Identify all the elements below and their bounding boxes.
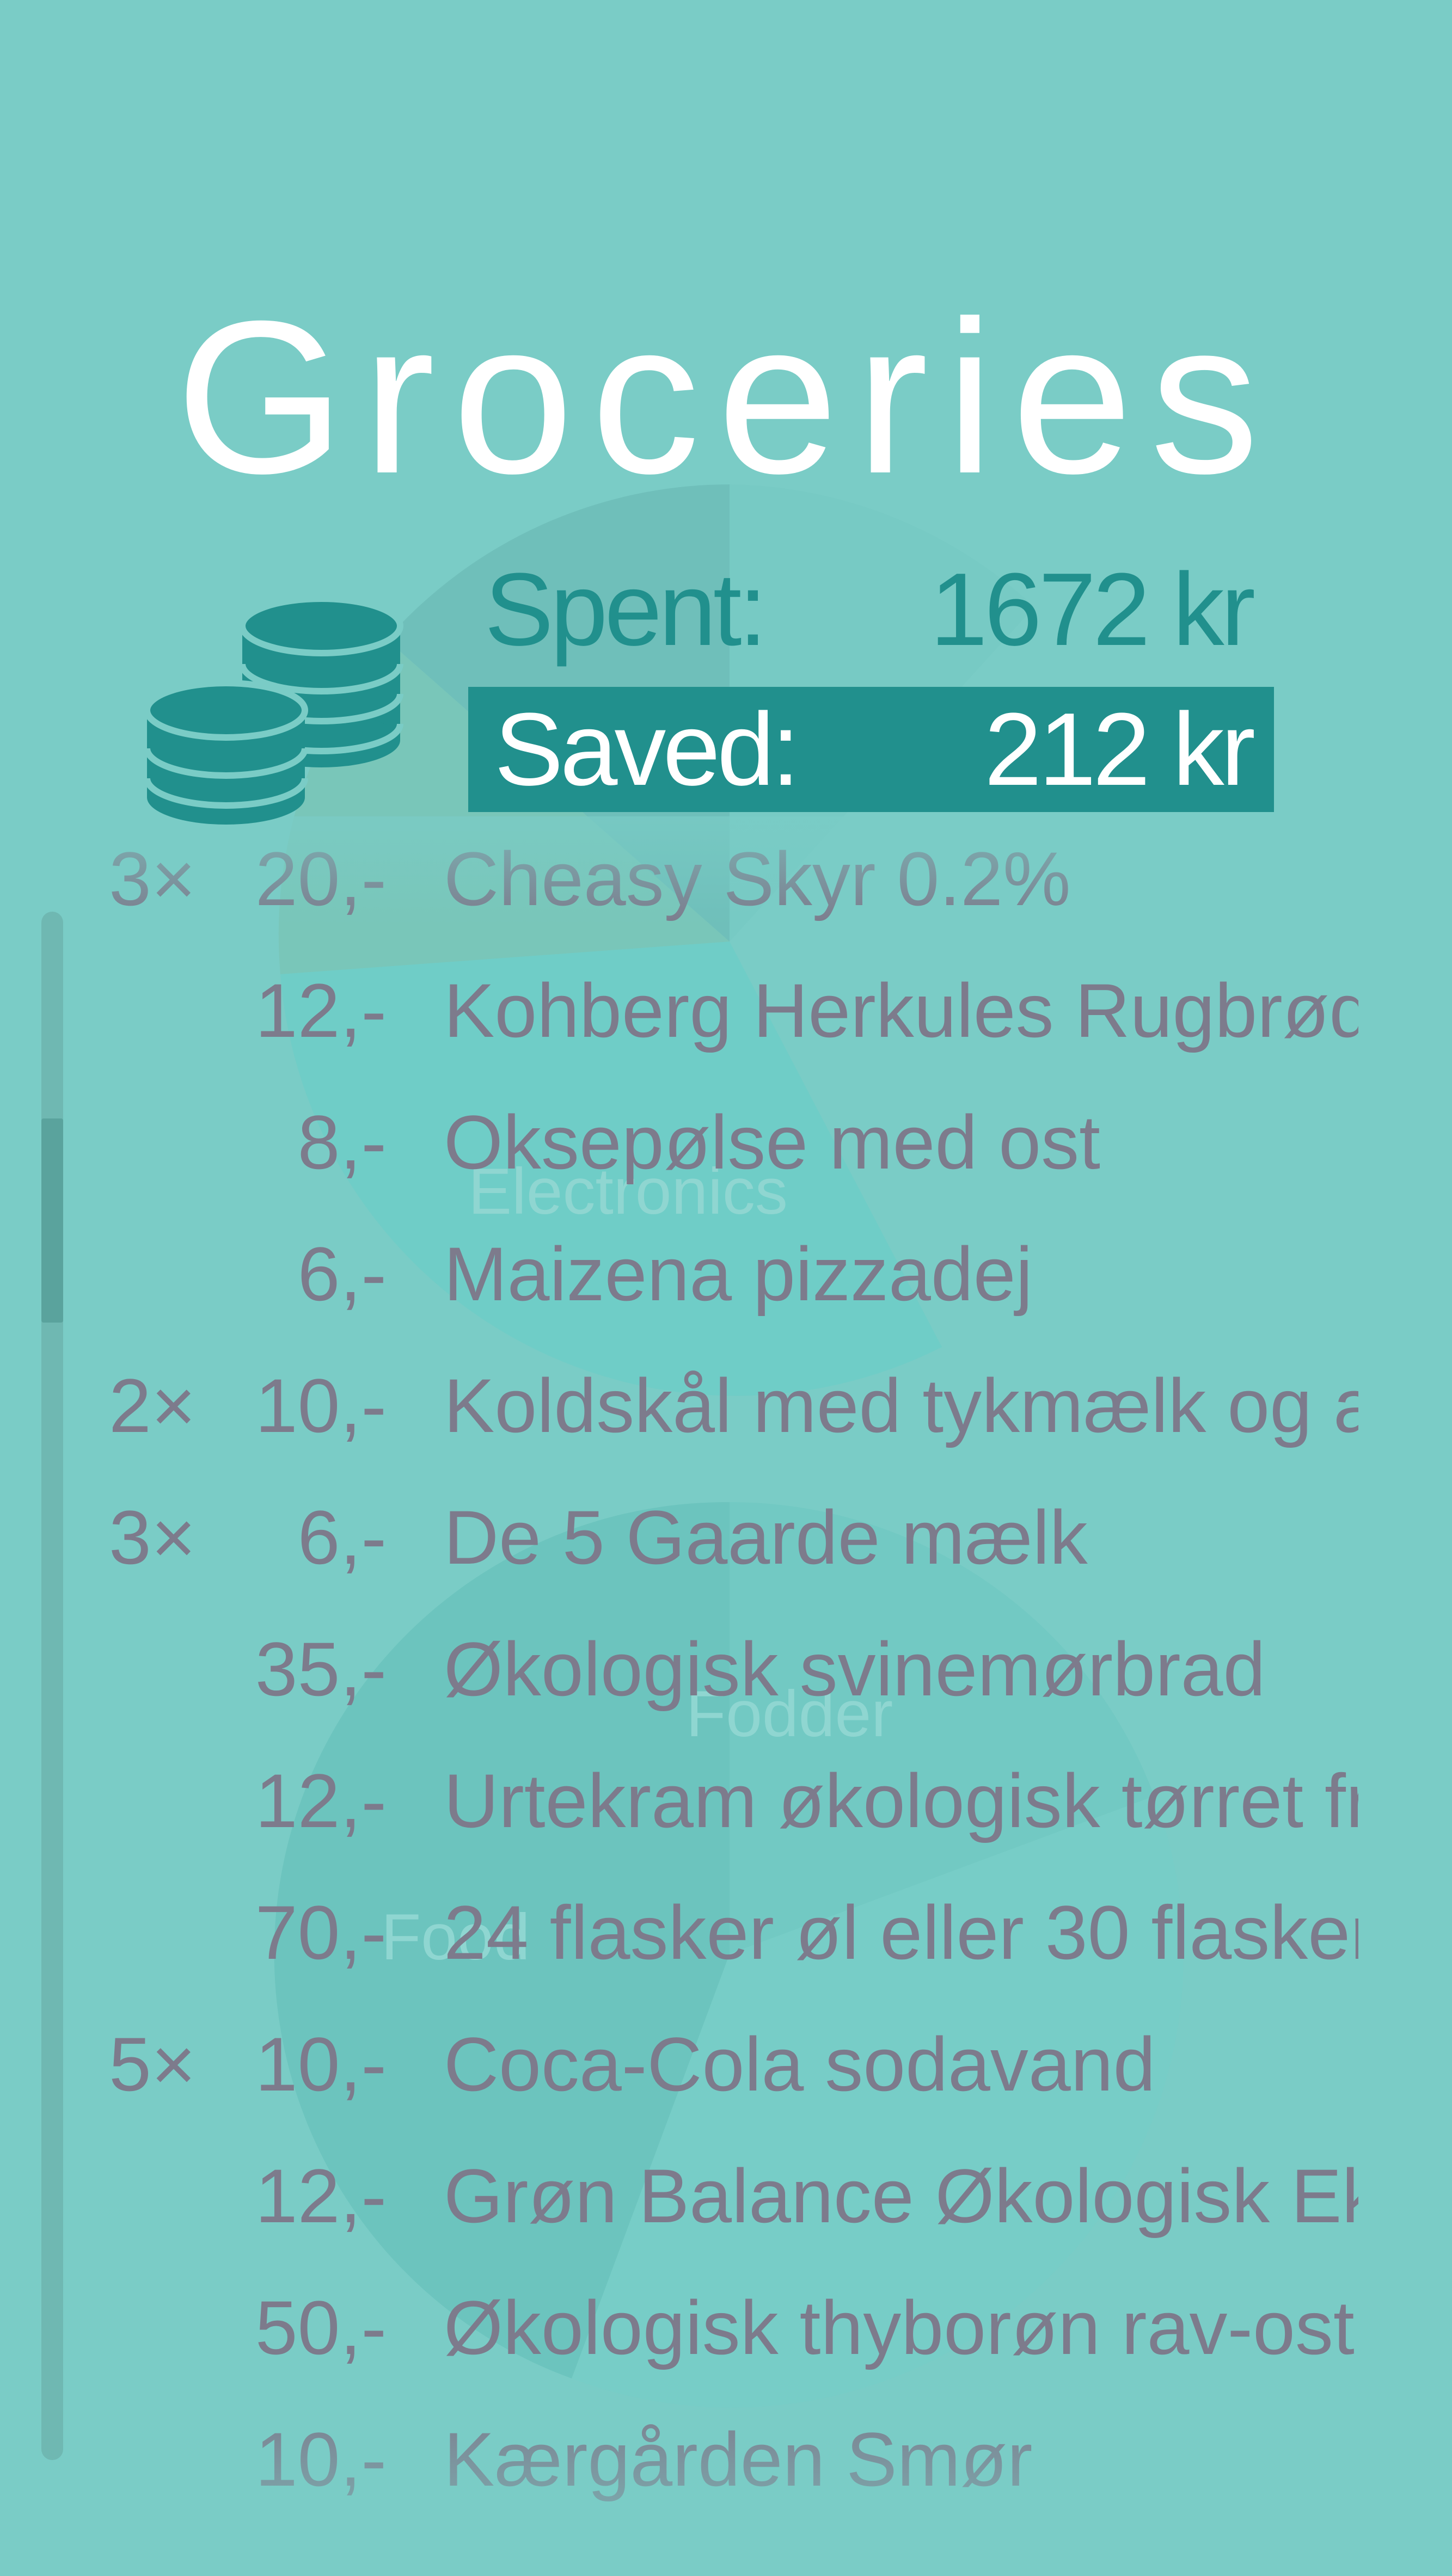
- list-item[interactable]: 5× 10,- Coca-Cola sodavand: [0, 2010, 1452, 2119]
- item-name: Oksepølse med ost: [444, 1099, 1100, 1185]
- list-item[interactable]: 10,- Kærgården Smør: [0, 2405, 1452, 2514]
- item-price: 8,-: [297, 1099, 387, 1185]
- item-price: 10,-: [255, 2021, 387, 2107]
- item-price: 50,-: [255, 2285, 387, 2370]
- list-item[interactable]: 35,- Økologisk svinemørbrad: [0, 1615, 1452, 1724]
- coins-icon: [144, 595, 403, 825]
- item-quantity: 3×: [109, 1495, 196, 1580]
- list-item[interactable]: 12,- Grøn Balance Økologisk Ek: [0, 2142, 1452, 2251]
- item-price: 10,-: [255, 2417, 387, 2502]
- list-item[interactable]: 8,- Oksepølse med ost: [0, 1088, 1452, 1197]
- item-price: 70,-: [255, 1890, 387, 1975]
- saved-summary: Saved: 212 kr: [468, 687, 1274, 812]
- spent-summary: Spent: 1672 kr: [485, 552, 1274, 667]
- scrollbar-track[interactable]: [41, 912, 63, 2460]
- page-title: Groceries: [175, 275, 1277, 519]
- item-name: Økologisk thyborøn rav-ost: [444, 2285, 1355, 2370]
- item-price: 6,-: [297, 1495, 387, 1580]
- saved-label: Saved:: [494, 692, 800, 807]
- scrollbar-thumb[interactable]: [41, 1118, 63, 1323]
- item-name: Maizena pizzadej: [444, 1231, 1033, 1317]
- list-item[interactable]: 6,- Maizena pizzadej: [0, 1220, 1452, 1329]
- item-price: 12,-: [255, 1758, 387, 1843]
- item-price: 12,-: [255, 968, 387, 1053]
- list-item[interactable]: 2× 10,- Koldskål med tykmælk og a: [0, 1351, 1452, 1460]
- item-name: Urtekram økologisk tørret fr: [444, 1758, 1358, 1843]
- list-item[interactable]: 50,- Økologisk thyborøn rav-ost: [0, 2273, 1452, 2382]
- list-item[interactable]: 70,- 24 flasker øl eller 30 flasker: [0, 1878, 1452, 1987]
- list-item[interactable]: 12,- Kohberg Herkules Rugbrød: [0, 956, 1452, 1065]
- item-price: 35,-: [255, 1626, 387, 1712]
- item-name: 24 flasker øl eller 30 flasker: [444, 1890, 1358, 1975]
- item-quantity: 5×: [109, 2021, 196, 2107]
- item-name: Cheasy Skyr 0.2%: [444, 836, 1071, 921]
- item-name: Koldskål med tykmælk og a: [444, 1363, 1358, 1448]
- item-name: Grøn Balance Økologisk Ek: [444, 2153, 1358, 2239]
- item-price: 10,-: [255, 1363, 387, 1448]
- list-item[interactable]: 3× 6,- De 5 Gaarde mælk: [0, 1483, 1452, 1592]
- item-name: Økologisk svinemørbrad: [444, 1626, 1266, 1712]
- item-quantity: 2×: [109, 1363, 196, 1448]
- item-price: 6,-: [297, 1231, 387, 1317]
- spent-value: 1672 kr: [930, 552, 1255, 667]
- item-name: De 5 Gaarde mælk: [444, 1495, 1088, 1580]
- item-name: Kohberg Herkules Rugbrød: [444, 968, 1358, 1053]
- item-name: Kærgården Smør: [444, 2417, 1033, 2502]
- saved-value: 212 kr: [984, 692, 1255, 807]
- item-price: 12,-: [255, 2153, 387, 2239]
- spent-label: Spent:: [485, 552, 767, 667]
- list-item[interactable]: 12,- Urtekram økologisk tørret fr: [0, 1747, 1452, 1855]
- item-name: Coca-Cola sodavand: [444, 2021, 1156, 2107]
